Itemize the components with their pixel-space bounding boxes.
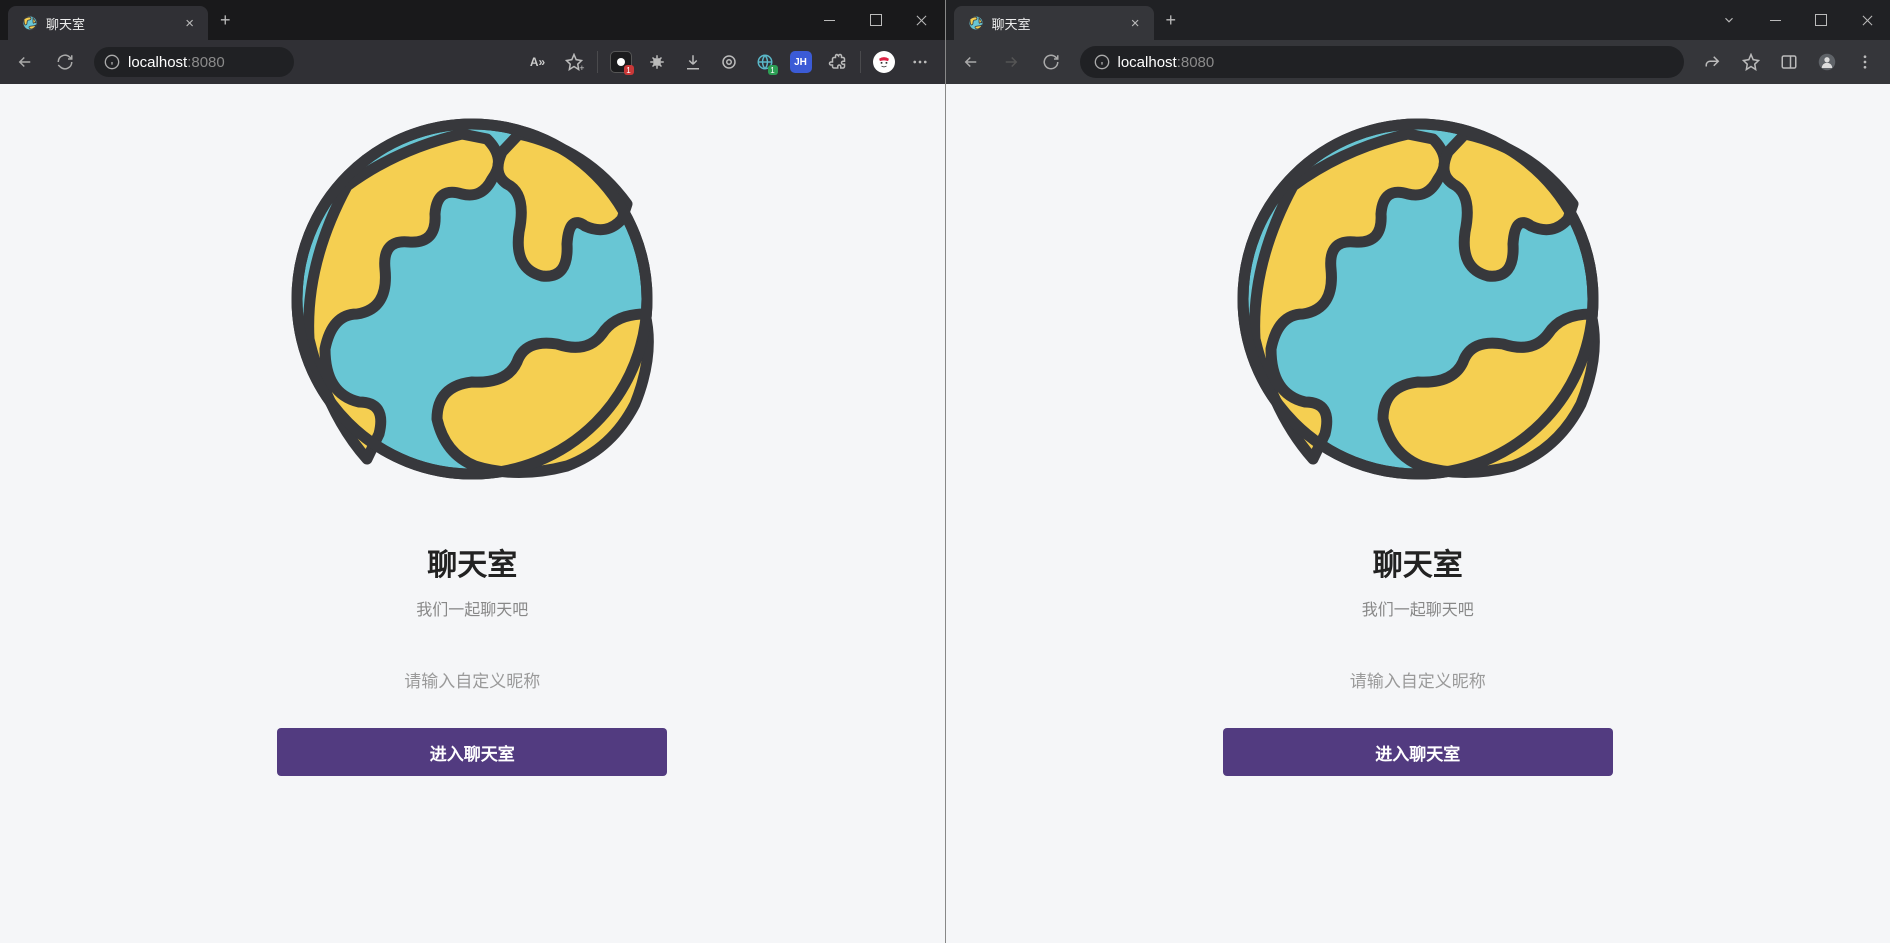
profile-avatar-icon[interactable] <box>1810 45 1844 79</box>
window-controls <box>1706 0 1890 40</box>
more-menu-icon[interactable] <box>903 45 937 79</box>
globe-illustration-icon <box>287 114 657 484</box>
browser-tab[interactable]: 聊天室 × <box>8 6 208 40</box>
site-info-icon[interactable] <box>104 54 120 70</box>
profile-avatar-icon[interactable] <box>867 45 901 79</box>
tab-title: 聊天室 <box>992 14 1123 33</box>
bookmark-star-icon[interactable] <box>1734 45 1768 79</box>
tab-search-icon[interactable] <box>1706 0 1752 40</box>
login-card: 聊天室 我们一起聊天吧 进入聊天室 <box>267 104 677 943</box>
extension-target-icon[interactable] <box>712 45 746 79</box>
nav-back-button[interactable] <box>8 45 42 79</box>
new-tab-button[interactable]: + <box>208 10 243 31</box>
enter-chatroom-button[interactable]: 进入聊天室 <box>277 728 667 776</box>
page-content: 聊天室 我们一起聊天吧 进入聊天室 <box>946 84 1890 943</box>
more-menu-icon[interactable] <box>1848 45 1882 79</box>
enter-chatroom-button[interactable]: 进入聊天室 <box>1223 728 1613 776</box>
page-title: 聊天室 <box>427 540 517 584</box>
edge-toolbar: localhost:8080 A» + 1 <box>0 40 945 84</box>
side-panel-icon[interactable] <box>1772 45 1806 79</box>
page-subtitle: 我们一起聊天吧 <box>416 596 528 620</box>
address-bar[interactable]: localhost:8080 <box>1080 46 1685 78</box>
edge-titlebar: 聊天室 × + <box>0 0 945 40</box>
nickname-input[interactable] <box>277 662 667 702</box>
nav-forward-button[interactable] <box>994 45 1028 79</box>
nickname-input[interactable] <box>1223 662 1613 702</box>
login-card: 聊天室 我们一起聊天吧 进入聊天室 <box>1213 104 1623 943</box>
page-subtitle: 我们一起聊天吧 <box>1362 596 1474 620</box>
window-close-button[interactable] <box>1844 0 1890 40</box>
edge-window: 聊天室 × + localhost:8080 A» <box>0 0 946 943</box>
globe-favicon-icon <box>22 15 38 31</box>
tab-title: 聊天室 <box>46 14 177 33</box>
address-url: localhost:8080 <box>128 54 225 71</box>
toolbar-divider <box>860 51 861 73</box>
close-tab-icon[interactable]: × <box>1131 15 1140 32</box>
window-minimize-button[interactable] <box>1752 0 1798 40</box>
read-aloud-icon[interactable]: A» <box>521 45 555 79</box>
page-title: 聊天室 <box>1373 540 1463 584</box>
address-url: localhost:8080 <box>1118 54 1215 71</box>
chrome-titlebar: 聊天室 × + <box>946 0 1890 40</box>
extension-bug-icon[interactable] <box>640 45 674 79</box>
share-icon[interactable] <box>1696 45 1730 79</box>
page-content: 聊天室 我们一起聊天吧 进入聊天室 <box>0 84 945 943</box>
extension-globe-green-icon[interactable]: 1 <box>748 45 782 79</box>
window-minimize-button[interactable] <box>807 0 853 40</box>
window-controls <box>807 0 945 40</box>
nav-back-button[interactable] <box>954 45 988 79</box>
site-info-icon[interactable] <box>1094 54 1110 70</box>
nav-refresh-button[interactable] <box>1034 45 1068 79</box>
window-maximize-button[interactable] <box>853 0 899 40</box>
nav-refresh-button[interactable] <box>48 45 82 79</box>
extension-jh-icon[interactable]: JH <box>784 45 818 79</box>
extensions-puzzle-icon[interactable] <box>820 45 854 79</box>
toolbar-divider <box>597 51 598 73</box>
address-bar[interactable]: localhost:8080 <box>94 47 294 77</box>
globe-illustration-icon <box>1233 114 1603 484</box>
favorites-star-icon[interactable]: + <box>557 45 591 79</box>
browser-tab[interactable]: 聊天室 × <box>954 6 1154 40</box>
chrome-toolbar: localhost:8080 <box>946 40 1890 84</box>
downloads-icon[interactable] <box>676 45 710 79</box>
globe-favicon-icon <box>968 15 984 31</box>
chrome-window: 聊天室 × + localhost:8080 <box>946 0 1890 943</box>
close-tab-icon[interactable]: × <box>185 15 194 32</box>
window-maximize-button[interactable] <box>1798 0 1844 40</box>
new-tab-button[interactable]: + <box>1154 10 1189 31</box>
window-close-button[interactable] <box>899 0 945 40</box>
extension-recorder-icon[interactable]: 1 <box>604 45 638 79</box>
